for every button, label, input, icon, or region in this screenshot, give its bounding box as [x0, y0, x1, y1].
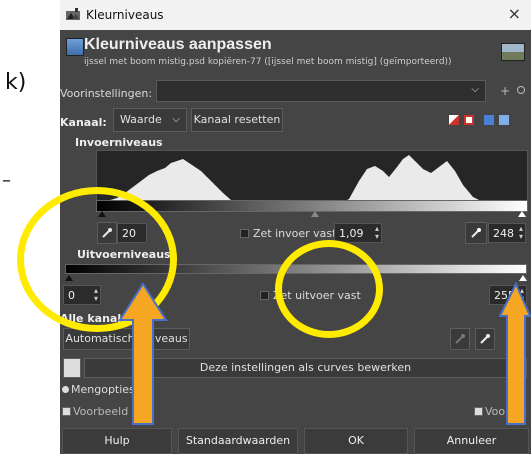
app-icon [66, 8, 80, 20]
add-preset-icon[interactable]: + [500, 84, 510, 98]
reset-channel-button[interactable]: Kanaal resetten [191, 108, 283, 132]
levels-icon [66, 38, 84, 56]
channel-label: Kanaal: [60, 116, 107, 129]
presets-label: Voorinstellingen: [60, 87, 153, 100]
help-button[interactable]: Hulp [62, 428, 172, 454]
preview-checkbox[interactable] [62, 407, 71, 416]
expander-icon[interactable] [62, 386, 69, 393]
close-icon[interactable]: × [508, 4, 521, 23]
spinner-arrows-icon: ▴▾ [518, 224, 523, 241]
presets-dropdown[interactable]: ⌵ [156, 80, 486, 102]
curves-icon[interactable] [63, 358, 81, 378]
arrow-up-icon [498, 282, 531, 425]
auto-pick-white-icon[interactable] [475, 328, 495, 350]
input-high-value: 248 [493, 227, 514, 240]
chevron-down-icon: ⌵ [172, 114, 180, 125]
lock-output-checkbox[interactable] [260, 291, 269, 300]
split-view-checkbox[interactable] [474, 407, 483, 416]
lock-input-label: Zet invoer vast [253, 227, 337, 240]
background-text: k) [5, 70, 27, 95]
input-levels-heading: Invoerniveaus [75, 136, 163, 149]
pick-white-point-icon[interactable] [465, 222, 487, 244]
log-histogram-icon[interactable] [464, 115, 474, 125]
input-high-spinner[interactable]: 248 ▴ ▾ [488, 223, 526, 243]
chevron-down-icon: ⌵ [471, 84, 479, 95]
output-white-handle[interactable] [519, 275, 527, 281]
channel-select[interactable]: Waarde ⌵ [113, 108, 187, 132]
image-thumbnail [501, 43, 525, 61]
preset-menu-icon[interactable] [517, 86, 525, 94]
cancel-button[interactable]: Annuleer [414, 428, 529, 454]
image-subtitle: ijssel met boom mistig.psd kopiëren-77 (… [84, 57, 452, 67]
arrow-up-icon [118, 282, 168, 425]
ok-button[interactable]: OK [304, 428, 408, 454]
linear-histogram-icon[interactable] [449, 115, 459, 125]
input-gamma-value: 1,09 [339, 227, 364, 240]
window-title: Kleurniveaus [86, 8, 164, 22]
dialog-heading: Kleurniveaus aanpassen [84, 36, 272, 53]
defaults-button[interactable]: Standaardwaarden [178, 428, 298, 454]
highlight-circle-center [275, 240, 383, 338]
input-gamma-spinner[interactable]: 1,09 ▴ ▾ [334, 223, 382, 243]
background-dash: – [2, 170, 11, 191]
alt-view-icon[interactable] [499, 115, 509, 125]
lock-input-checkbox[interactable] [240, 229, 249, 238]
channel-value: Waarde [120, 113, 162, 126]
spinner-arrows-icon: ▴▾ [374, 224, 379, 241]
input-white-handle[interactable] [518, 211, 526, 217]
title-bar: Kleurniveaus × [60, 0, 531, 30]
auto-pick-black-icon[interactable] [450, 328, 470, 350]
channel-view-icon[interactable] [484, 115, 494, 125]
input-gamma-handle[interactable] [311, 211, 319, 217]
